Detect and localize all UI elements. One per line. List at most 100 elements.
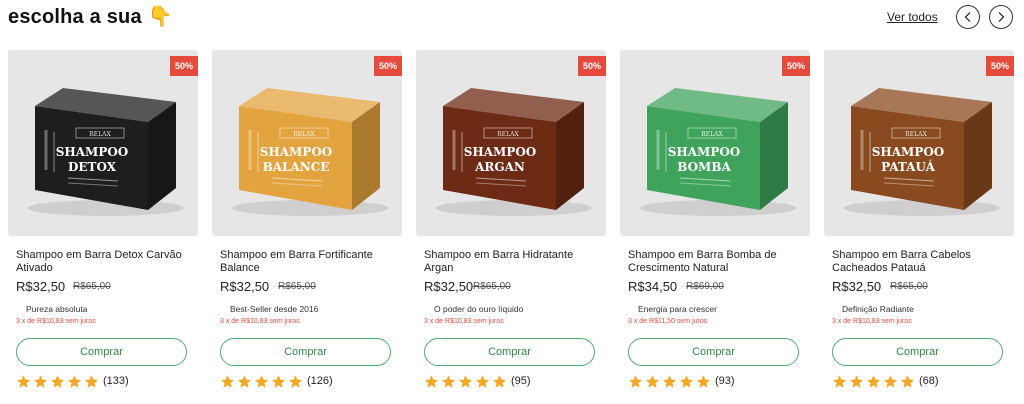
- product-installments: 3 x de R$11,50 sem juros: [628, 318, 708, 325]
- product-tagline: Pureza absoluta: [26, 304, 88, 314]
- review-count: (133): [103, 375, 129, 387]
- discount-badge: 50%: [578, 56, 606, 76]
- product-price: R$32,50: [832, 279, 882, 294]
- product-image[interactable]: RELAX SHAMPOO PATAUÁ 50%: [824, 50, 1014, 236]
- shampoo-box-image: RELAX SHAMPOO BOMBA: [640, 88, 796, 216]
- product-rating: (68): [832, 373, 939, 389]
- product-price: R$32,50: [16, 279, 66, 294]
- discount-badge: 50%: [986, 56, 1014, 76]
- svg-text:PATAUÁ: PATAUÁ: [881, 159, 935, 174]
- svg-text:DETOX: DETOX: [68, 160, 117, 174]
- product-card[interactable]: RELAX SHAMPOO PATAUÁ 50% Shampoo em Barr…: [824, 50, 1014, 395]
- star-icon: [832, 374, 847, 388]
- product-card[interactable]: RELAX SHAMPOO BOMBA 50% Shampoo em Barra…: [620, 50, 810, 395]
- product-old-price: R$69,00: [686, 281, 724, 292]
- product-name[interactable]: Shampoo em Barra Fortificante Balance: [220, 249, 395, 275]
- product-rating: (126): [220, 373, 333, 389]
- shampoo-box-image: RELAX SHAMPOO BALANCE: [232, 88, 388, 216]
- star-icon: [849, 374, 864, 388]
- buy-button[interactable]: Comprar: [220, 338, 391, 366]
- svg-text:RELAX: RELAX: [497, 131, 519, 138]
- product-name[interactable]: Shampoo em Barra Cabelos Cacheados Patau…: [832, 249, 1007, 275]
- pointing-down-icon: 👇: [147, 6, 173, 28]
- star-icon: [220, 374, 235, 388]
- review-count: (68): [919, 375, 939, 387]
- product-installments: 3 x de R$10,83 sem juros: [16, 318, 96, 325]
- product-name[interactable]: Shampoo em Barra Hidratante Argan: [424, 249, 599, 275]
- product-installments: 3 x de R$10,83 sem juros: [832, 318, 912, 325]
- carousel-next-button[interactable]: [989, 5, 1013, 29]
- buy-button[interactable]: Comprar: [628, 338, 799, 366]
- star-icon: [288, 374, 303, 388]
- product-tagline: Definição Radiante: [842, 304, 914, 314]
- product-rating: (95): [424, 373, 531, 389]
- review-count: (93): [715, 375, 735, 387]
- shampoo-box-image: RELAX SHAMPOO ARGAN: [436, 88, 592, 216]
- buy-button[interactable]: Comprar: [424, 338, 595, 366]
- buy-button[interactable]: Comprar: [16, 338, 187, 366]
- star-icon: [492, 374, 507, 388]
- star-icon: [900, 374, 915, 388]
- svg-text:SHAMPOO: SHAMPOO: [464, 145, 537, 159]
- product-card[interactable]: RELAX SHAMPOO DETOX 50% Shampoo em Barra…: [8, 50, 198, 395]
- star-icon: [662, 374, 677, 388]
- section-title: escolha a sua 👇: [8, 4, 173, 29]
- product-image[interactable]: RELAX SHAMPOO ARGAN 50%: [416, 50, 606, 236]
- section-header: escolha a sua 👇 Ver todos: [0, 0, 1024, 40]
- product-price: R$32,50: [424, 279, 474, 294]
- star-icon: [883, 374, 898, 388]
- see-all-link[interactable]: Ver todos: [887, 10, 938, 24]
- star-icon: [679, 374, 694, 388]
- product-card[interactable]: RELAX SHAMPOO ARGAN 50% Shampoo em Barra…: [416, 50, 606, 395]
- star-icon: [441, 374, 456, 388]
- product-card[interactable]: RELAX SHAMPOO BALANCE 50% Shampoo em Bar…: [212, 50, 402, 395]
- star-icon: [33, 374, 48, 388]
- discount-badge: 50%: [782, 56, 810, 76]
- product-tagline: O poder do ouro líquido: [434, 304, 524, 314]
- star-icon: [458, 374, 473, 388]
- shampoo-box-image: RELAX SHAMPOO DETOX: [28, 88, 184, 216]
- review-count: (126): [307, 375, 333, 387]
- product-price: R$34,50: [628, 279, 678, 294]
- product-old-price: R$65,00: [890, 281, 928, 292]
- svg-text:SHAMPOO: SHAMPOO: [260, 145, 333, 159]
- product-price: R$32,50: [220, 279, 270, 294]
- star-icon: [424, 374, 439, 388]
- star-icon: [696, 374, 711, 388]
- svg-text:RELAX: RELAX: [905, 131, 927, 138]
- product-old-price: R$65,00: [278, 281, 316, 292]
- product-old-price: R$65,00: [473, 281, 511, 292]
- svg-text:ARGAN: ARGAN: [474, 160, 525, 174]
- star-icon: [254, 374, 269, 388]
- buy-button[interactable]: Comprar: [832, 338, 1003, 366]
- carousel-prev-button[interactable]: [956, 5, 980, 29]
- product-image[interactable]: RELAX SHAMPOO DETOX 50%: [8, 50, 198, 236]
- product-name[interactable]: Shampoo em Barra Bomba de Crescimento Na…: [628, 249, 803, 275]
- discount-badge: 50%: [374, 56, 402, 76]
- product-name[interactable]: Shampoo em Barra Detox Carvão Ativado: [16, 249, 191, 275]
- svg-text:SHAMPOO: SHAMPOO: [872, 145, 945, 159]
- svg-text:RELAX: RELAX: [701, 131, 723, 138]
- svg-text:SHAMPOO: SHAMPOO: [56, 145, 129, 159]
- section-title-text: escolha a sua: [8, 6, 142, 28]
- star-icon: [16, 374, 31, 388]
- product-tagline: Energia para crescer: [638, 304, 717, 314]
- svg-text:RELAX: RELAX: [89, 131, 111, 138]
- svg-text:BALANCE: BALANCE: [263, 160, 330, 174]
- product-image[interactable]: RELAX SHAMPOO BALANCE 50%: [212, 50, 402, 236]
- star-icon: [628, 374, 643, 388]
- star-icon: [50, 374, 65, 388]
- svg-text:RELAX: RELAX: [293, 131, 315, 138]
- chevron-right-icon: [998, 12, 1005, 22]
- product-tagline: Best-Seller desde 2016: [230, 304, 319, 314]
- discount-badge: 50%: [170, 56, 198, 76]
- svg-text:BOMBA: BOMBA: [677, 160, 731, 174]
- product-installments: 3 x de R$10,83 sem juros: [424, 318, 504, 325]
- product-image[interactable]: RELAX SHAMPOO BOMBA 50%: [620, 50, 810, 236]
- shampoo-box-image: RELAX SHAMPOO PATAUÁ: [844, 88, 1000, 216]
- star-icon: [237, 374, 252, 388]
- star-icon: [84, 374, 99, 388]
- review-count: (95): [511, 375, 531, 387]
- star-icon: [475, 374, 490, 388]
- product-old-price: R$65,00: [73, 281, 111, 292]
